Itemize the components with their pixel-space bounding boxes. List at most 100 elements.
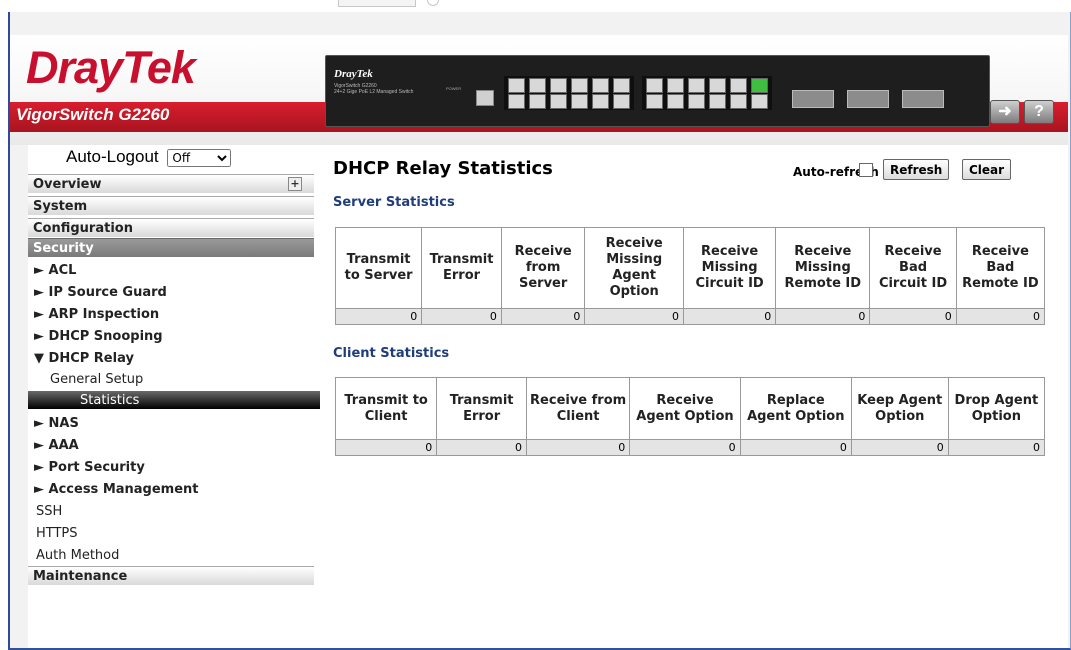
port[interactable]	[529, 78, 546, 93]
sidebar-item-port-security[interactable]: ► Port Security	[34, 460, 145, 475]
sidebar-item-auth-method[interactable]: Auth Method	[36, 548, 119, 563]
table-cell: 0	[334, 439, 438, 456]
expand-icon[interactable]: +	[288, 177, 302, 191]
port[interactable]	[667, 94, 684, 109]
column-header: Receive Bad Circuit ID	[869, 227, 957, 309]
column-header: Transmit to Client	[334, 377, 438, 440]
sidebar-item-access-management[interactable]: ► Access Management	[34, 482, 199, 497]
table-cell: 0	[739, 439, 852, 456]
port[interactable]	[592, 78, 609, 93]
model-name: VigorSwitch G2260	[16, 105, 170, 124]
port[interactable]	[688, 94, 705, 109]
server-statistics-title: Server Statistics	[333, 195, 455, 210]
panel-brand: DrayTek	[334, 68, 373, 80]
server-statistics-table: Transmit to Server Transmit Error Receiv…	[334, 227, 1046, 325]
port[interactable]	[571, 78, 588, 93]
help-icon[interactable]: ?	[1024, 100, 1054, 124]
port[interactable]	[751, 94, 768, 109]
sidebar-item-arp-inspection[interactable]: ► ARP Inspection	[34, 307, 159, 322]
table-row: 0 0 0 0 0 0 0 0	[334, 308, 1046, 325]
port[interactable]	[613, 78, 630, 93]
sidebar-item-aaa[interactable]: ► AAA	[34, 438, 79, 453]
auto-refresh-checkbox[interactable]	[859, 163, 873, 177]
table-cell: 0	[682, 308, 777, 325]
column-header: Receive Missing Agent Option	[584, 227, 684, 309]
table-cell: 0	[955, 308, 1046, 325]
browser-top-strip	[0, 0, 1071, 12]
table-cell: 0	[500, 308, 586, 325]
sidebar-item-statistics[interactable]	[28, 391, 320, 409]
port[interactable]	[709, 78, 726, 93]
port[interactable]	[550, 94, 567, 109]
sidebar-maintenance[interactable]: Maintenance	[28, 566, 314, 585]
sidebar-item-dhcp-relay[interactable]: ▼ DHCP Relay	[34, 351, 134, 366]
sfp-port[interactable]	[792, 90, 834, 108]
panel-model: VigorSwitch G2260 24+2 Gige PoE L2 Manage…	[334, 83, 414, 95]
column-header: Transmit Error	[436, 377, 527, 440]
auto-logout-select[interactable]: Off	[167, 148, 232, 167]
sidebar-security[interactable]: Security	[28, 238, 314, 257]
port[interactable]	[730, 78, 747, 93]
port[interactable]	[571, 94, 588, 109]
sidebar-item-dhcp-snooping[interactable]: ► DHCP Snooping	[34, 329, 163, 344]
port[interactable]	[613, 94, 630, 109]
logout-icon[interactable]: ➜	[990, 100, 1020, 124]
sidebar-item-general-setup[interactable]: General Setup	[50, 372, 143, 387]
port[interactable]	[508, 94, 525, 109]
port-group-1	[504, 76, 634, 110]
clear-button[interactable]: Clear	[962, 159, 1012, 180]
table-cell: 0	[584, 308, 684, 325]
sidebar-item-nas[interactable]: ► NAS	[34, 416, 79, 431]
column-header: Receive Missing Circuit ID	[682, 227, 777, 309]
column-header: Drop Agent Option	[947, 377, 1046, 440]
sfp-port[interactable]	[902, 90, 944, 108]
column-header: Receive Bad Remote ID	[955, 227, 1046, 309]
power-label: POWER	[446, 86, 462, 91]
table-cell: 0	[629, 439, 741, 456]
table-cell: 0	[775, 308, 871, 325]
refresh-button[interactable]: Refresh	[883, 159, 950, 180]
page-title: DHCP Relay Statistics	[333, 158, 553, 179]
port[interactable]	[730, 94, 747, 109]
column-header: Receive from Server	[500, 227, 586, 309]
browser-tab[interactable]	[338, 0, 416, 7]
table-cell: 0	[947, 439, 1046, 456]
column-header: Transmit Error	[421, 227, 502, 309]
port[interactable]	[592, 94, 609, 109]
port[interactable]	[688, 78, 705, 93]
brand-logo: DrayTek	[26, 42, 196, 93]
sfp-port[interactable]	[847, 90, 889, 108]
sidebar-item-acl[interactable]: ► ACL	[34, 263, 76, 278]
port[interactable]	[550, 78, 567, 93]
table-row: 0 0 0 0 0 0 0	[334, 439, 1046, 456]
port-active[interactable]	[751, 78, 768, 93]
port[interactable]	[529, 94, 546, 109]
table-cell: 0	[525, 439, 631, 456]
sidebar-item-ssh[interactable]: SSH	[36, 504, 62, 519]
browser-tab-icon[interactable]	[427, 0, 439, 6]
table-cell: 0	[436, 439, 527, 456]
client-statistics-title: Client Statistics	[333, 346, 450, 361]
port[interactable]	[646, 94, 663, 109]
sidebar-configuration[interactable]: Configuration	[28, 218, 314, 237]
sidebar-overview[interactable]: Overview +	[28, 174, 314, 193]
table-cell: 0	[869, 308, 957, 325]
client-statistics-table: Transmit to Client Transmit Error Receiv…	[334, 377, 1046, 456]
port[interactable]	[709, 94, 726, 109]
sidebar-system[interactable]: System	[28, 196, 314, 215]
switch-front-panel: DrayTek VigorSwitch G2260 24+2 Gige PoE L…	[325, 55, 990, 127]
auto-logout: Auto-Logout Off	[66, 147, 232, 167]
sidebar-item-https[interactable]: HTTPS	[36, 526, 78, 541]
port[interactable]	[508, 78, 525, 93]
port[interactable]	[646, 78, 663, 93]
column-header: Receive Missing Remote ID	[775, 227, 871, 309]
table-cell: 0	[334, 308, 423, 325]
port[interactable]	[667, 78, 684, 93]
header: DrayTek VigorSwitch G2260 DrayTek VigorS…	[10, 35, 1068, 145]
table-cell: 0	[850, 439, 949, 456]
column-header: Transmit to Server	[334, 227, 423, 309]
column-header: Keep Agent Option	[850, 377, 949, 440]
sidebar-item-ip-source-guard[interactable]: ► IP Source Guard	[34, 285, 167, 300]
column-header: Receive Agent Option	[629, 377, 741, 440]
port-group-2	[642, 76, 772, 110]
